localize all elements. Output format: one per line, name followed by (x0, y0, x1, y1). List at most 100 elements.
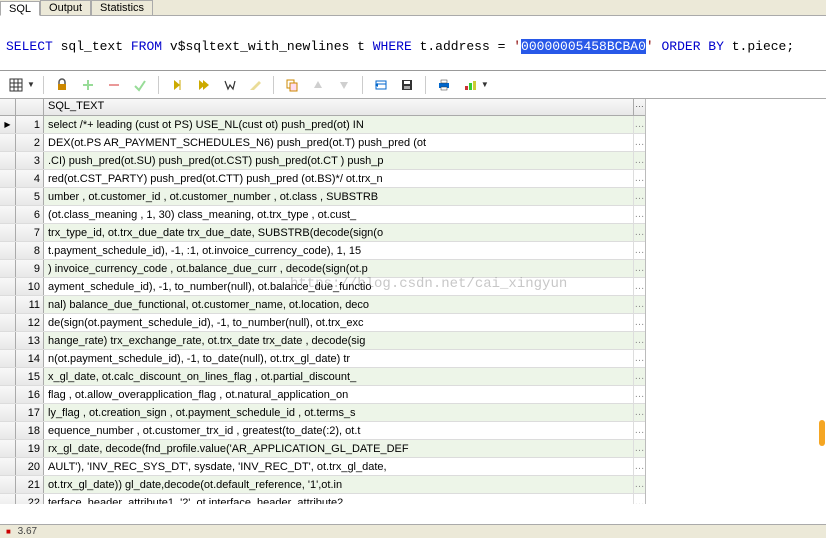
column-header-sql-text[interactable]: SQL_TEXT (44, 99, 633, 115)
cell-sql-text[interactable]: nal) balance_due_functional, ot.customer… (44, 299, 633, 311)
print-icon[interactable] (434, 75, 454, 95)
row-indicator[interactable] (0, 422, 16, 439)
row-indicator[interactable] (0, 332, 16, 349)
row-indicator[interactable] (0, 476, 16, 493)
table-row[interactable]: 11nal) balance_due_functional, ot.custom… (0, 296, 645, 314)
tab-statistics[interactable]: Statistics (91, 0, 153, 15)
chart-button[interactable]: ▼ (460, 75, 489, 95)
row-indicator[interactable] (0, 350, 16, 367)
cell-sql-text[interactable]: AULT'), 'INV_REC_SYS_DT', sysdate, 'INV_… (44, 461, 633, 473)
sql-editor[interactable]: SELECT sql_text FROM v$sqltext_with_newl… (0, 16, 826, 71)
fetch-next-icon[interactable] (193, 75, 213, 95)
table-row[interactable]: 22terface_header_attribute1, '2', ot.int… (0, 494, 645, 504)
table-row[interactable]: 9) invoice_currency_code , ot.balance_du… (0, 260, 645, 278)
cell-ellipsis[interactable]: … (633, 134, 645, 152)
table-row[interactable]: 21 ot.trx_gl_date)) gl_date,decode(ot.de… (0, 476, 645, 494)
row-indicator[interactable] (0, 368, 16, 385)
table-row[interactable]: 8t.payment_schedule_id), -1, :1, ot.invo… (0, 242, 645, 260)
row-indicator[interactable] (0, 278, 16, 295)
table-row[interactable]: 12de(sign(ot.payment_schedule_id), -1, t… (0, 314, 645, 332)
cell-sql-text[interactable]: ayment_schedule_id), -1, to_number(null)… (44, 281, 633, 293)
cell-ellipsis[interactable]: … (633, 152, 645, 170)
cell-sql-text[interactable]: t.payment_schedule_id), -1, :1, ot.invoi… (44, 245, 633, 257)
row-indicator[interactable] (0, 494, 16, 504)
row-indicator[interactable] (0, 206, 16, 223)
cell-sql-text[interactable]: rx_gl_date, decode(fnd_profile.value('AR… (44, 443, 633, 455)
cell-ellipsis[interactable]: … (633, 422, 645, 440)
table-row[interactable]: 17ly_flag , ot.creation_sign , ot.paymen… (0, 404, 645, 422)
cell-sql-text[interactable]: DEX(ot.PS AR_PAYMENT_SCHEDULES_N6) push_… (44, 137, 633, 149)
row-indicator[interactable] (0, 404, 16, 421)
cell-ellipsis[interactable]: … (633, 332, 645, 350)
row-indicator[interactable] (0, 296, 16, 313)
cell-ellipsis[interactable]: … (633, 350, 645, 368)
table-row[interactable]: 20AULT'), 'INV_REC_SYS_DT', sysdate, 'IN… (0, 458, 645, 476)
table-row[interactable]: 7trx_type_id, ot.trx_due_date trx_due_da… (0, 224, 645, 242)
table-row[interactable]: 13hange_rate) trx_exchange_rate, ot.trx_… (0, 332, 645, 350)
row-indicator[interactable] (0, 170, 16, 187)
grid-options-button[interactable]: ▼ (6, 75, 35, 95)
fetch-first-icon[interactable] (167, 75, 187, 95)
table-row[interactable]: 2DEX(ot.PS AR_PAYMENT_SCHEDULES_N6) push… (0, 134, 645, 152)
row-indicator[interactable] (0, 152, 16, 169)
row-indicator[interactable] (0, 134, 16, 151)
cell-sql-text[interactable]: umber , ot.customer_id , ot.customer_num… (44, 191, 633, 203)
find-icon[interactable] (219, 75, 239, 95)
cell-sql-text[interactable]: flag , ot.allow_overapplication_flag , o… (44, 389, 633, 401)
cell-ellipsis[interactable]: … (633, 206, 645, 224)
table-row[interactable]: 10ayment_schedule_id), -1, to_number(nul… (0, 278, 645, 296)
cell-ellipsis[interactable]: … (633, 404, 645, 422)
cell-sql-text[interactable]: x_gl_date, ot.calc_discount_on_lines_fla… (44, 371, 633, 383)
table-row[interactable]: 18equence_number , ot.customer_trx_id , … (0, 422, 645, 440)
cell-ellipsis[interactable]: … (633, 476, 645, 494)
cell-ellipsis[interactable]: … (633, 170, 645, 188)
save-icon[interactable] (397, 75, 417, 95)
cell-sql-text[interactable]: hange_rate) trx_exchange_rate, ot.trx_da… (44, 335, 633, 347)
lock-icon[interactable] (52, 75, 72, 95)
row-indicator[interactable] (0, 386, 16, 403)
table-row[interactable]: ▶1select /*+ leading (cust ot PS) USE_NL… (0, 116, 645, 134)
cell-sql-text[interactable]: (ot.class_meaning , 1, 30) class_meaning… (44, 209, 633, 221)
cell-ellipsis[interactable]: … (633, 368, 645, 386)
row-indicator[interactable]: ▶ (0, 116, 16, 133)
tab-sql[interactable]: SQL (0, 1, 40, 16)
row-indicator[interactable] (0, 440, 16, 457)
tab-output[interactable]: Output (40, 0, 91, 15)
cell-sql-text[interactable]: trx_type_id, ot.trx_due_date trx_due_dat… (44, 227, 633, 239)
row-indicator[interactable] (0, 242, 16, 259)
table-row[interactable]: 14n(ot.payment_schedule_id), -1, to_date… (0, 350, 645, 368)
cell-ellipsis[interactable]: … (633, 458, 645, 476)
column-ellipsis[interactable]: … (633, 99, 645, 115)
cell-sql-text[interactable]: de(sign(ot.payment_schedule_id), -1, to_… (44, 317, 633, 329)
row-indicator[interactable] (0, 224, 16, 241)
cell-ellipsis[interactable]: … (633, 260, 645, 278)
table-row[interactable]: 16flag , ot.allow_overapplication_flag ,… (0, 386, 645, 404)
cell-ellipsis[interactable]: … (633, 440, 645, 458)
table-row[interactable]: 15x_gl_date, ot.calc_discount_on_lines_f… (0, 368, 645, 386)
cell-ellipsis[interactable]: … (633, 224, 645, 242)
row-indicator[interactable] (0, 458, 16, 475)
cell-sql-text[interactable]: equence_number , ot.customer_trx_id , gr… (44, 425, 633, 437)
cell-sql-text[interactable]: ) invoice_currency_code , ot.balance_due… (44, 263, 633, 275)
table-row[interactable]: 6(ot.class_meaning , 1, 30) class_meanin… (0, 206, 645, 224)
result-grid[interactable]: SQL_TEXT … ▶1select /*+ leading (cust ot… (0, 99, 645, 504)
cell-ellipsis[interactable]: … (633, 188, 645, 206)
cell-sql-text[interactable]: red(ot.CST_PARTY) push_pred(ot.CTT) push… (44, 173, 633, 185)
cell-ellipsis[interactable]: … (633, 116, 645, 134)
cell-sql-text[interactable]: ly_flag , ot.creation_sign , ot.payment_… (44, 407, 633, 419)
cell-ellipsis[interactable]: … (633, 278, 645, 296)
copy-icon[interactable] (282, 75, 302, 95)
cell-sql-text[interactable]: select /*+ leading (cust ot PS) USE_NL(c… (44, 119, 633, 131)
cell-ellipsis[interactable]: … (633, 296, 645, 314)
table-row[interactable]: 19rx_gl_date, decode(fnd_profile.value('… (0, 440, 645, 458)
cell-ellipsis[interactable]: … (633, 314, 645, 332)
row-indicator[interactable] (0, 314, 16, 331)
cell-sql-text[interactable]: terface_header_attribute1, '2', ot.inter… (44, 497, 633, 505)
row-indicator[interactable] (0, 260, 16, 277)
cell-ellipsis[interactable]: … (633, 386, 645, 404)
cell-ellipsis[interactable]: … (633, 494, 645, 505)
table-row[interactable]: 3.CI) push_pred(ot.SU) push_pred(ot.CST)… (0, 152, 645, 170)
query-by-example-icon[interactable] (371, 75, 391, 95)
cell-sql-text[interactable]: n(ot.payment_schedule_id), -1, to_date(n… (44, 353, 633, 365)
cell-sql-text[interactable]: ot.trx_gl_date)) gl_date,decode(ot.defau… (44, 479, 633, 491)
